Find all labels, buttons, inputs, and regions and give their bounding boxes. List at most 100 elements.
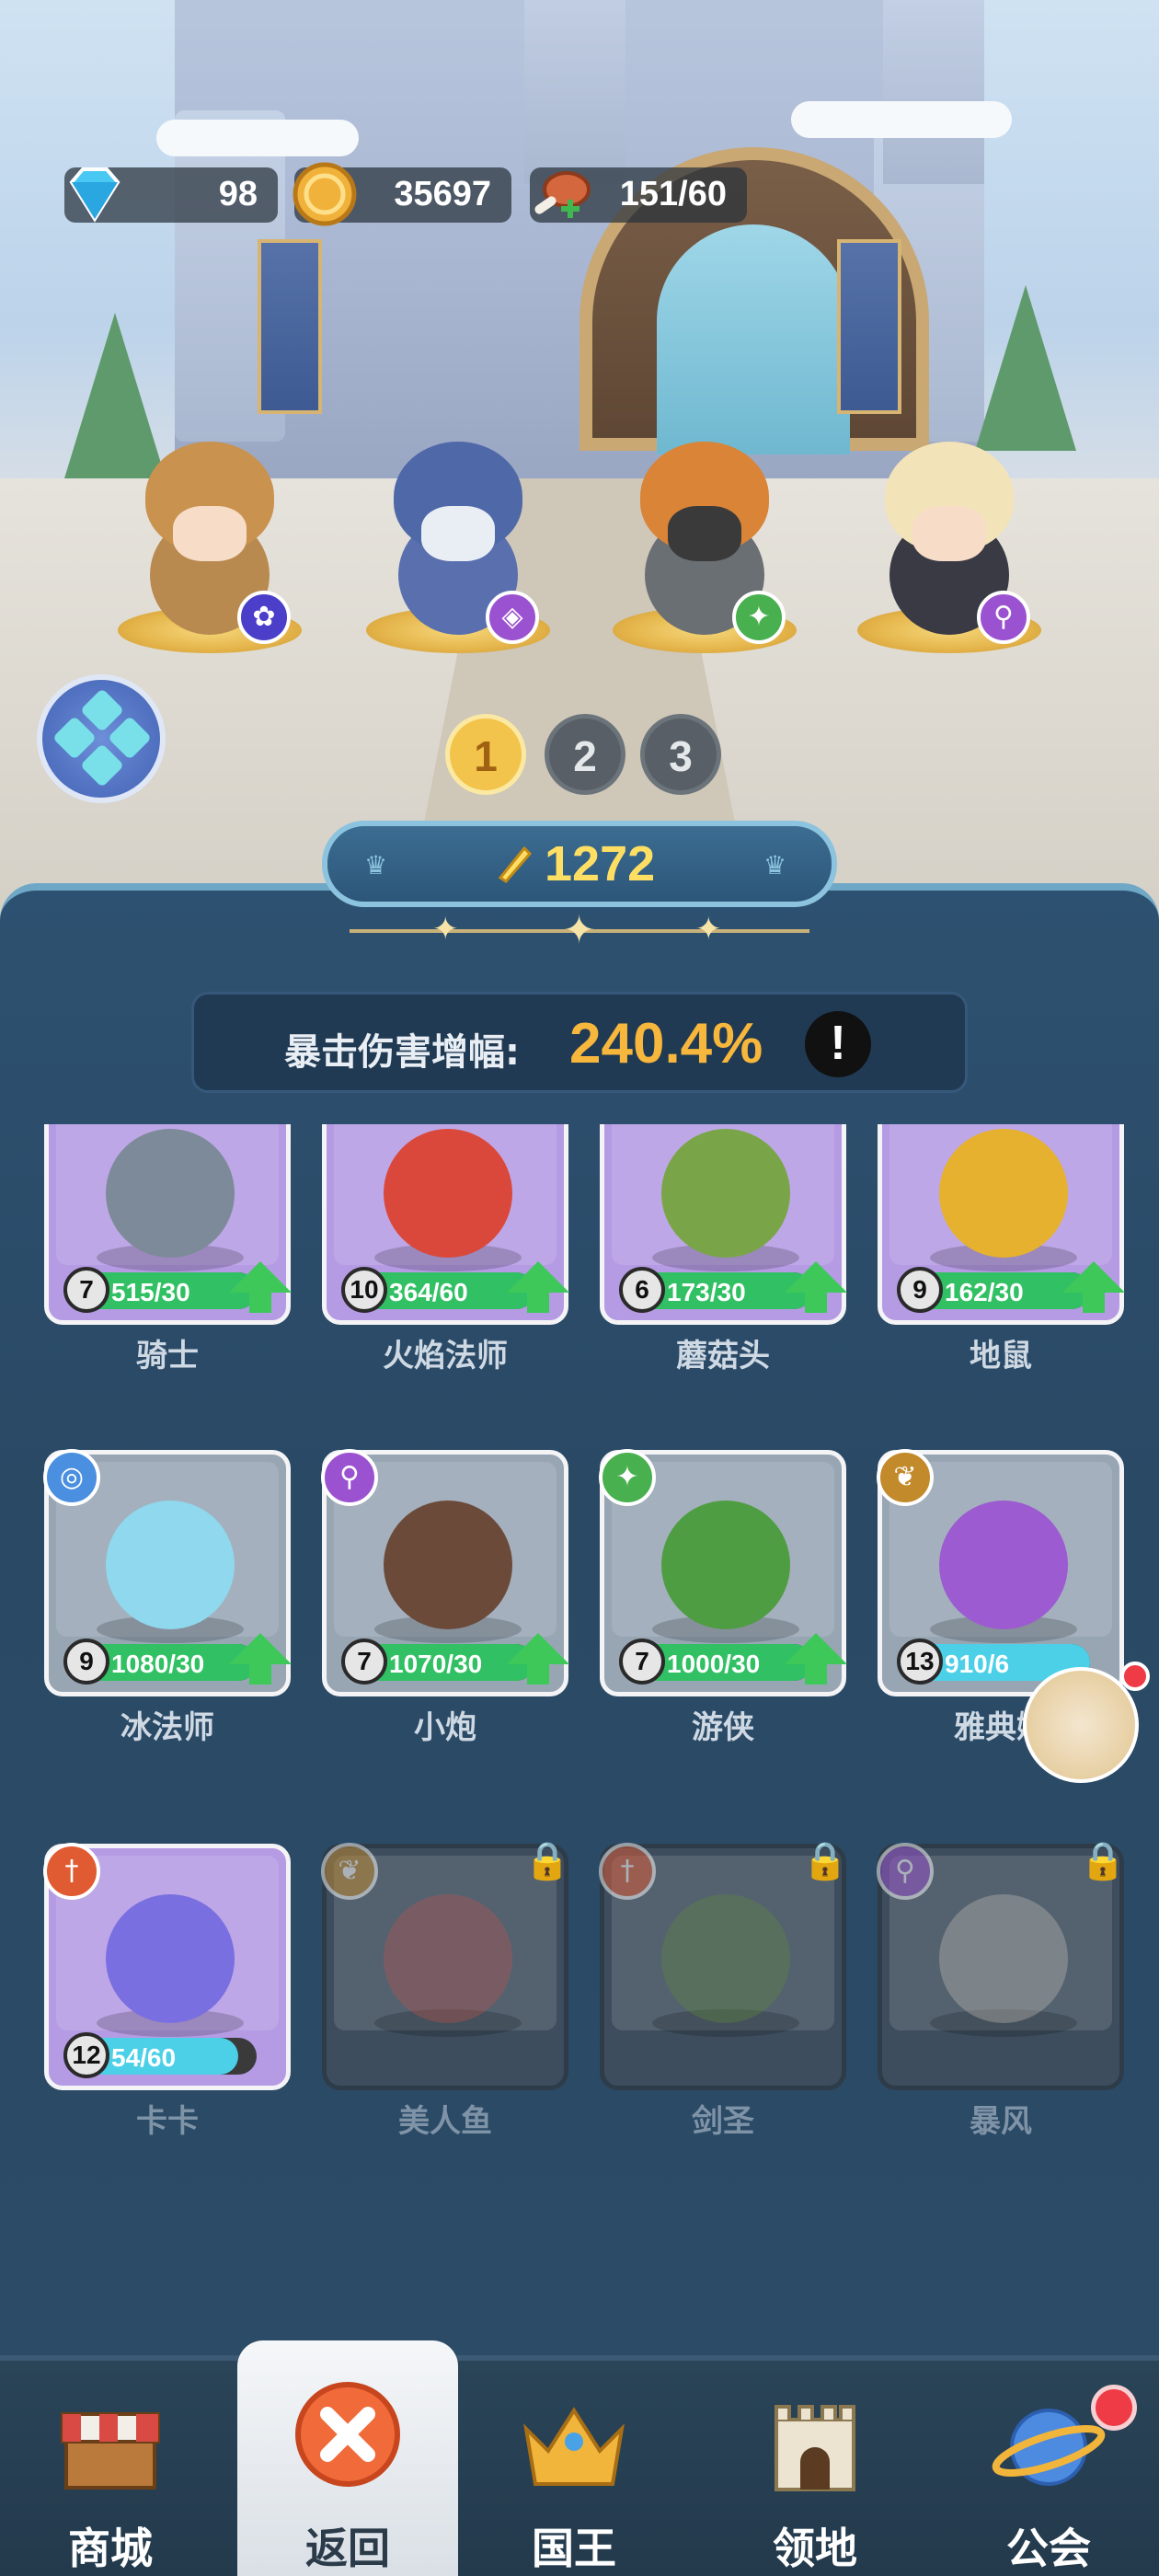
upgrade-arrow-icon bbox=[229, 1261, 292, 1293]
team-hero-2[interactable]: ◈ bbox=[366, 432, 550, 653]
hero-level: 13 bbox=[897, 1639, 943, 1685]
sword-icon: † bbox=[599, 1843, 656, 1900]
hero-level: 7 bbox=[619, 1639, 665, 1685]
crit-damage-bonus: 暴击伤害增幅: 240.4% ! bbox=[191, 992, 968, 1093]
hero-portrait bbox=[106, 1129, 235, 1258]
food-counter[interactable]: 151/60 bbox=[530, 167, 747, 223]
nav-king[interactable]: 国王 bbox=[464, 2361, 684, 2576]
hero-card[interactable]: ◎ 9 1080/30 bbox=[43, 1449, 292, 1696]
target-icon: ✦ bbox=[599, 1449, 656, 1506]
hero-level: 10 bbox=[341, 1267, 387, 1313]
hero-card[interactable]: 10 364/60 bbox=[322, 1124, 569, 1325]
notification-dot bbox=[1120, 1662, 1150, 1691]
upgrade-arrow-icon bbox=[507, 1261, 569, 1293]
upgrade-arrow-icon bbox=[1062, 1261, 1125, 1293]
shard-progress: 364/60 bbox=[389, 1278, 468, 1306]
hero-card[interactable]: 9 162/30 bbox=[878, 1124, 1125, 1325]
nav-guild-label: 公会 bbox=[1006, 2524, 1091, 2573]
upgrade-arrow-icon bbox=[249, 1661, 271, 1685]
staff-icon: ⚲ bbox=[321, 1449, 378, 1506]
shard-progress: 54/60 bbox=[111, 2043, 177, 2072]
hero-card[interactable]: ❦ 13 910/6 bbox=[877, 1449, 1124, 1696]
nav-territory[interactable]: 领地 bbox=[705, 2361, 925, 2576]
team-page-3[interactable]: 3 bbox=[640, 714, 721, 795]
coin-icon bbox=[293, 162, 357, 226]
meat-icon bbox=[534, 171, 591, 218]
upgrade-arrow-icon bbox=[785, 1633, 847, 1664]
eye-icon: ◈ bbox=[486, 591, 539, 644]
hero-card[interactable]: ✦ 7 1000/30 bbox=[599, 1449, 847, 1696]
notification-dot bbox=[1091, 2385, 1137, 2431]
hero-name: 冰法师 bbox=[120, 1709, 214, 1746]
bottom-nav: 商城 返回 国王 领地 公会 bbox=[0, 2340, 1159, 2576]
upgrade-arrow-icon bbox=[527, 1289, 549, 1313]
hero-card[interactable]: ⚲ 🔒 bbox=[877, 1840, 1126, 2090]
hero-portrait bbox=[106, 1501, 235, 1629]
hero-card[interactable]: 6 173/30 bbox=[600, 1124, 847, 1325]
team-hero-1[interactable]: ✿ bbox=[118, 432, 302, 653]
hero-name: 暴风 bbox=[970, 2103, 1032, 2140]
upgrade-arrow-icon bbox=[527, 1661, 549, 1685]
diamond-icon bbox=[69, 167, 120, 223]
star-icon: ✦ bbox=[432, 911, 459, 948]
sword-icon bbox=[498, 845, 533, 883]
staff-icon: ⚲ bbox=[977, 591, 1030, 644]
hero-name: 小炮 bbox=[414, 1709, 476, 1746]
nav-shop-label: 商城 bbox=[68, 2524, 153, 2573]
formation-button[interactable] bbox=[37, 674, 166, 803]
team-page-2[interactable]: 2 bbox=[545, 714, 625, 795]
hero-card[interactable]: 7 515/30 bbox=[44, 1124, 292, 1325]
castle-icon bbox=[775, 2405, 855, 2491]
team-hero-3[interactable]: ✦ bbox=[613, 432, 797, 653]
crown-icon: ♛ bbox=[763, 850, 787, 880]
hero-card[interactable]: ⚲ 7 1070/30 bbox=[321, 1449, 569, 1696]
nav-back[interactable]: 返回 bbox=[237, 2340, 458, 2576]
bonus-value: 240.4% bbox=[569, 1012, 763, 1075]
shard-progress: 173/30 bbox=[667, 1278, 746, 1306]
lock-icon: 🔒 bbox=[524, 1840, 570, 1882]
upgrade-arrow-icon bbox=[805, 1289, 827, 1313]
team-hero-4[interactable]: ⚲ bbox=[857, 432, 1041, 653]
nav-back-label: 返回 bbox=[305, 2524, 390, 2573]
wing-icon: ❦ bbox=[877, 1449, 934, 1506]
hero-portrait bbox=[384, 1501, 512, 1629]
crown-icon bbox=[523, 2407, 625, 2486]
hero-name: 剑圣 bbox=[692, 2103, 754, 2140]
paw-icon: ✿ bbox=[237, 591, 291, 644]
upgrade-arrow-icon bbox=[249, 1289, 271, 1313]
food-count: 151/60 bbox=[619, 175, 727, 213]
nav-king-label: 国王 bbox=[532, 2524, 616, 2573]
shard-progress: 162/30 bbox=[945, 1278, 1024, 1306]
team-page-1[interactable]: 1 bbox=[445, 714, 526, 795]
hero-portrait bbox=[939, 1501, 1068, 1629]
shard-progress: 910/6 bbox=[945, 1650, 1010, 1678]
info-button[interactable]: ! bbox=[805, 1011, 871, 1077]
hero-portrait bbox=[661, 1129, 790, 1258]
upgrade-arrow-icon bbox=[507, 1633, 569, 1664]
hero-name: 游侠 bbox=[692, 1709, 754, 1746]
helper-avatar[interactable] bbox=[1023, 1662, 1150, 1783]
hero-card[interactable]: † 🔒 bbox=[599, 1840, 848, 2090]
hero-card[interactable]: ❦ 🔒 bbox=[321, 1840, 570, 2090]
hero-level: 7 bbox=[63, 1267, 109, 1313]
wing-icon: ❦ bbox=[321, 1843, 378, 1900]
hero-name: 地鼠 bbox=[970, 1338, 1032, 1374]
hero-portrait bbox=[106, 1894, 235, 2023]
gem-counter[interactable]: 98 bbox=[64, 167, 278, 223]
hero-name: 骑士 bbox=[136, 1338, 199, 1374]
target-icon: ✦ bbox=[732, 591, 786, 644]
upgrade-arrow-icon bbox=[1083, 1289, 1105, 1313]
hero-level: 9 bbox=[63, 1639, 109, 1685]
hero-level: 9 bbox=[897, 1267, 943, 1313]
diamond-icon bbox=[79, 687, 125, 733]
hero-card[interactable]: † 12 54/60 bbox=[43, 1843, 291, 2090]
staff-icon: ⚲ bbox=[877, 1843, 934, 1900]
upgrade-arrow-icon bbox=[229, 1633, 292, 1664]
coin-counter[interactable]: 35697 bbox=[293, 162, 511, 226]
nav-shop[interactable]: 商城 bbox=[0, 2361, 221, 2576]
star-icon: ✦ bbox=[695, 911, 722, 948]
team-power-banner: ♛ 1272 ♛ bbox=[322, 821, 837, 907]
crown-icon: ♛ bbox=[364, 850, 388, 880]
hero-name: 火焰法师 bbox=[383, 1338, 508, 1374]
hero-level: 12 bbox=[63, 2032, 109, 2078]
